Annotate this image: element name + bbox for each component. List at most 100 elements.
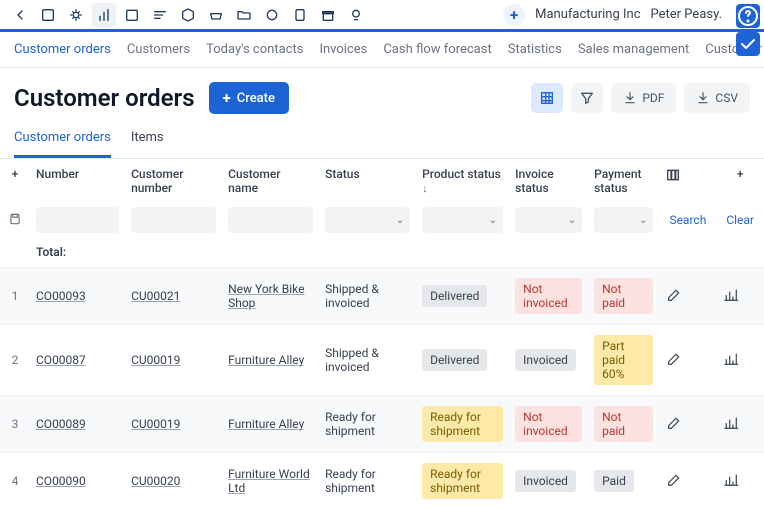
- row-index: 2: [0, 325, 30, 396]
- app-icon-gift[interactable]: [316, 3, 340, 27]
- row-chart-icon[interactable]: [722, 350, 740, 368]
- filter-payment-status[interactable]: ⌄: [594, 207, 653, 233]
- customer-name-link[interactable]: Furniture Alley: [228, 353, 304, 367]
- filter-status[interactable]: ⌄: [325, 207, 410, 233]
- add-column-icon[interactable]: +: [0, 159, 30, 203]
- col-customer-name[interactable]: Customer name: [222, 159, 319, 203]
- table-row: 1 CO00093 CU00021 New York Bike Shop Shipped…: [0, 268, 764, 325]
- filter-number[interactable]: [36, 207, 119, 233]
- customer-number-link[interactable]: CU00019: [131, 353, 180, 367]
- payment-status-badge: Not paid: [594, 278, 653, 314]
- page-title: Customer orders: [14, 84, 195, 112]
- subnav-item-2[interactable]: Today's contacts: [206, 42, 303, 57]
- user-name[interactable]: Peter Peasy.: [651, 7, 722, 22]
- subnav-item-6[interactable]: Sales management: [578, 42, 689, 57]
- orders-table: + Number Customer number Customer name S…: [0, 159, 764, 501]
- edit-icon[interactable]: [665, 471, 683, 489]
- tabs: Customer orders Items: [0, 122, 764, 159]
- app-icon-2[interactable]: [64, 3, 88, 27]
- topbar-right: + Manufacturing Inc Peter Peasy.: [503, 3, 756, 27]
- payment-status-badge: Part paid 60%: [594, 335, 653, 385]
- app-icon-tasks[interactable]: [148, 3, 172, 27]
- col-payment-status[interactable]: Payment status: [588, 159, 659, 203]
- app-icon-box[interactable]: [176, 3, 200, 27]
- table-row: 4 CO00090 CU00020 Furniture World Ltd Ready …: [0, 453, 764, 502]
- save-filter-icon[interactable]: [0, 203, 30, 237]
- app-icon-1[interactable]: [36, 3, 60, 27]
- col-invoice-status[interactable]: Invoice status: [509, 159, 588, 203]
- filter-customer-name[interactable]: [228, 207, 313, 233]
- back-icon[interactable]: [8, 3, 32, 27]
- clear-button[interactable]: Clear: [722, 209, 758, 231]
- col-number[interactable]: Number: [30, 159, 125, 203]
- subnav-item-4[interactable]: Cash flow forecast: [383, 42, 491, 57]
- subnav-item-5[interactable]: Statistics: [508, 42, 562, 57]
- filter-customer-number[interactable]: [131, 207, 216, 233]
- app-icon-note[interactable]: [288, 3, 312, 27]
- edit-icon[interactable]: [665, 414, 683, 432]
- export-pdf-button[interactable]: PDF: [611, 83, 676, 113]
- check-panel-icon[interactable]: [736, 32, 760, 56]
- order-number-link[interactable]: CO00089: [36, 417, 86, 431]
- app-icon-calendar[interactable]: [120, 3, 144, 27]
- customer-number-link[interactable]: CU00019: [131, 417, 180, 431]
- row-chart-icon[interactable]: [722, 471, 740, 489]
- subnav-item-1[interactable]: Customers: [127, 42, 190, 57]
- payment-status-badge: Not paid: [594, 406, 653, 442]
- app-icon-chart[interactable]: [92, 3, 116, 27]
- total-label: Total:: [30, 237, 764, 268]
- status-cell: Ready for shipment: [319, 396, 416, 453]
- app-icon-basket[interactable]: [204, 3, 228, 27]
- subnav: Customer orders Customers Today's contacts…: [0, 32, 764, 68]
- subnav-item-0[interactable]: Customer orders: [14, 42, 111, 57]
- row-index: 3: [0, 396, 30, 453]
- status-cell: Ready for shipment: [319, 453, 416, 502]
- product-status-badge: Delivered: [422, 285, 487, 307]
- product-status-badge: Ready for shipment: [422, 463, 503, 499]
- customer-name-link[interactable]: New York Bike Shop: [228, 282, 304, 310]
- product-status-badge: Delivered: [422, 349, 487, 371]
- order-number-link[interactable]: CO00090: [36, 474, 86, 488]
- app-icon-bulb[interactable]: [344, 3, 368, 27]
- col-status[interactable]: Status: [319, 159, 416, 203]
- topbar: + Manufacturing Inc Peter Peasy.: [0, 0, 764, 32]
- edit-icon[interactable]: [665, 350, 683, 368]
- order-number-link[interactable]: CO00093: [36, 289, 86, 303]
- view-grid-button[interactable]: [531, 83, 563, 113]
- invoice-status-badge: Not invoiced: [515, 406, 582, 442]
- search-button[interactable]: Search: [665, 209, 710, 231]
- app-icon-folder[interactable]: [232, 3, 256, 27]
- company-name[interactable]: Manufacturing Inc: [535, 7, 640, 22]
- col-product-status[interactable]: Product status ↓: [416, 159, 509, 203]
- subnav-item-3[interactable]: Invoices: [319, 42, 367, 57]
- status-cell: Shipped & invoiced: [319, 268, 416, 325]
- row-index: 1: [0, 268, 30, 325]
- export-csv-button[interactable]: CSV: [684, 83, 750, 113]
- row-chart-icon[interactable]: [722, 414, 740, 432]
- edit-icon[interactable]: [665, 286, 683, 304]
- table-container: + Number Customer number Customer name S…: [0, 159, 764, 501]
- page-header: Customer orders Create PDF CSV: [0, 68, 764, 122]
- app-icon-gear[interactable]: [260, 3, 284, 27]
- tab-1[interactable]: Items: [131, 122, 164, 158]
- filter-button[interactable]: [571, 83, 603, 113]
- customer-number-link[interactable]: CU00020: [131, 474, 180, 488]
- create-button[interactable]: Create: [209, 82, 289, 114]
- order-number-link[interactable]: CO00087: [36, 353, 86, 367]
- row-index: 4: [0, 453, 30, 502]
- filter-invoice-status[interactable]: ⌄: [515, 207, 582, 233]
- help-icon[interactable]: [736, 4, 760, 28]
- col-add-icon[interactable]: +: [716, 159, 764, 203]
- customer-number-link[interactable]: CU00021: [131, 289, 180, 303]
- customer-name-link[interactable]: Furniture Alley: [228, 417, 304, 431]
- tab-0[interactable]: Customer orders: [14, 122, 111, 158]
- invoice-status-badge: Not invoiced: [515, 278, 582, 314]
- invoice-status-badge: Invoiced: [515, 349, 576, 371]
- add-button[interactable]: +: [503, 4, 525, 26]
- status-cell: Shipped & invoiced: [319, 325, 416, 396]
- customer-name-link[interactable]: Furniture World Ltd: [228, 467, 310, 495]
- filter-product-status[interactable]: ⌄: [422, 207, 503, 233]
- col-columns-icon[interactable]: [659, 159, 716, 203]
- row-chart-icon[interactable]: [722, 286, 740, 304]
- col-customer-number[interactable]: Customer number: [125, 159, 222, 203]
